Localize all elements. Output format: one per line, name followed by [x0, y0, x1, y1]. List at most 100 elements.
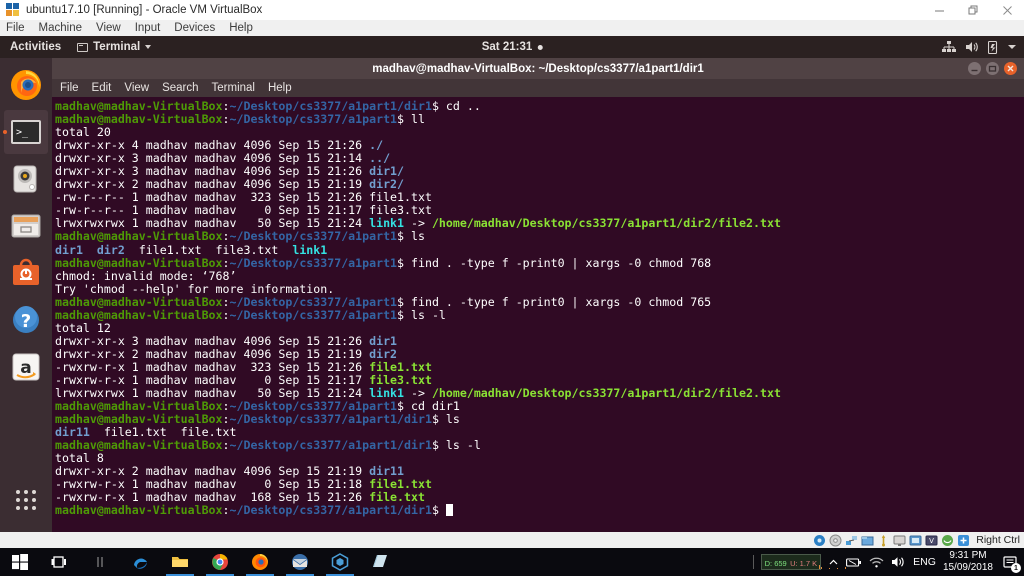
terminal-menu-edit[interactable]: Edit — [92, 82, 112, 94]
taskbar-clock[interactable]: 9:31 PM 15/09/2018 — [943, 550, 993, 574]
terminal-output-area[interactable]: madhav@madhav-VirtualBox:~/Desktop/cs337… — [52, 97, 1024, 532]
task-view-button[interactable] — [40, 548, 80, 576]
firefox-icon — [9, 68, 43, 102]
terminal-span: dir2 — [97, 243, 125, 257]
thunderbird-icon — [291, 553, 309, 571]
remote-desktop-icon: V — [925, 534, 938, 547]
terminal-span: drwxr-xr-x 3 madhav madhav 4096 Sep 15 2… — [55, 334, 369, 348]
terminal-menu-search[interactable]: Search — [162, 82, 198, 94]
close-icon[interactable] — [1004, 62, 1017, 75]
vbox-menu-machine[interactable]: Machine — [39, 22, 90, 34]
dock-item-amazon[interactable]: a — [4, 345, 48, 389]
terminal-menubar: File Edit View Search Terminal Help — [52, 79, 1024, 97]
vbox-menu-devices[interactable]: Devices — [174, 22, 223, 34]
gnome-clock[interactable]: Sat 21:31 — [482, 41, 543, 53]
amazon-icon: a — [9, 350, 43, 384]
wifi-icon[interactable] — [869, 557, 884, 568]
file-explorer-icon — [171, 553, 189, 571]
terminal-span: : — [223, 295, 230, 309]
taskbar-item-file-explorer[interactable] — [160, 548, 200, 576]
taskbar-item-firefox[interactable] — [240, 548, 280, 576]
activities-button[interactable]: Activities — [0, 41, 71, 53]
task-view-icon — [51, 553, 69, 571]
app-menu-terminal[interactable]: Terminal — [71, 41, 157, 53]
app-grid-icon — [16, 490, 36, 510]
terminal-span: $ ll — [397, 112, 425, 126]
svg-text:V: V — [929, 537, 934, 545]
vbox-menu-help[interactable]: Help — [229, 22, 261, 34]
terminal-line: madhav@madhav-VirtualBox:~/Desktop/cs337… — [55, 504, 1024, 517]
divider-icon — [91, 553, 109, 571]
notification-dot-icon — [537, 45, 542, 50]
ubuntu-dock: >_ — [0, 58, 52, 532]
taskbar-item-edge[interactable] — [120, 548, 160, 576]
tray-divider — [753, 555, 754, 569]
terminal-span: ~/Desktop/cs3377/a1part1/dir1 — [230, 438, 432, 452]
svg-text:?: ? — [21, 311, 31, 332]
terminal-span: link1 — [292, 243, 327, 257]
terminal-titlebar[interactable]: madhav@madhav-VirtualBox: ~/Desktop/cs33… — [52, 58, 1024, 79]
dock-item-firefox[interactable] — [4, 63, 48, 107]
terminal-span: file1.txt file.txt — [90, 425, 237, 439]
terminal-span: file1.txt — [369, 360, 432, 374]
restore-icon[interactable] — [956, 0, 990, 20]
show-applications-button[interactable] — [4, 480, 48, 520]
taskbar-item-notepad[interactable] — [360, 548, 400, 576]
dock-item-software[interactable] — [4, 251, 48, 295]
gnome-status-area[interactable] — [942, 41, 1024, 54]
minimize-icon[interactable] — [922, 0, 956, 20]
dock-item-files[interactable] — [4, 204, 48, 248]
terminal-menu-terminal[interactable]: Terminal — [212, 82, 255, 94]
taskbar-item-chrome[interactable] — [200, 548, 240, 576]
virtualbox-titlebar: ubuntu17.10 [Running] - Oracle VM Virtua… — [0, 0, 1024, 20]
gnome-clock-label: Sat 21:31 — [482, 41, 533, 53]
terminal-span: drwxr-xr-x 2 madhav madhav 4096 Sep 15 2… — [55, 347, 369, 361]
terminal-window: madhav@madhav-VirtualBox: ~/Desktop/cs33… — [52, 58, 1024, 532]
terminal-span: : — [223, 412, 230, 426]
terminal-span: dir1 — [55, 243, 83, 257]
terminal-span — [83, 243, 97, 257]
volume-icon[interactable] — [891, 556, 906, 568]
terminal-menu-file[interactable]: File — [60, 82, 79, 94]
start-button[interactable] — [0, 548, 40, 576]
terminal-menu-view[interactable]: View — [124, 82, 149, 94]
usb-icon — [877, 534, 890, 547]
virtualbox-window-controls — [922, 0, 1024, 20]
terminal-span: madhav@madhav-VirtualBox — [55, 256, 223, 270]
taskbar-item-thunderbird[interactable] — [280, 548, 320, 576]
network-meter[interactable]: D: 659 U: 1.7 K — [761, 554, 822, 571]
terminal-window-controls — [968, 62, 1024, 75]
terminal-span: ~/Desktop/cs3377/a1part1/dir1 — [230, 412, 432, 426]
dock-item-rhythmbox[interactable] — [4, 157, 48, 201]
windows-logo-icon — [11, 553, 29, 571]
terminal-span: : — [223, 308, 230, 322]
vbox-menu-file[interactable]: File — [6, 22, 33, 34]
terminal-span: madhav@madhav-VirtualBox — [55, 112, 223, 126]
notification-center-button[interactable]: 1 — [1000, 552, 1020, 572]
display-icon — [893, 534, 906, 547]
maximize-icon[interactable] — [986, 62, 999, 75]
terminal-menu-help[interactable]: Help — [268, 82, 292, 94]
chevron-up-icon[interactable] — [828, 557, 839, 568]
power-icon — [988, 41, 999, 54]
terminal-line: madhav@madhav-VirtualBox:~/Desktop/cs337… — [55, 439, 1024, 452]
dock-item-help[interactable]: ? — [4, 298, 48, 342]
dock-item-terminal[interactable]: >_ — [4, 110, 48, 154]
terminal-span: -rwxrw-r-x 1 madhav madhav 0 Sep 15 21:1… — [55, 477, 369, 491]
close-icon[interactable] — [990, 0, 1024, 20]
taskbar-item-virtualbox[interactable] — [320, 548, 360, 576]
terminal-title: madhav@madhav-VirtualBox: ~/Desktop/cs33… — [52, 63, 1024, 75]
battery-icon[interactable] — [846, 557, 862, 568]
terminal-span: link1 — [369, 216, 404, 230]
vbox-menu-input[interactable]: Input — [135, 22, 169, 34]
vbox-menu-view[interactable]: View — [96, 22, 129, 34]
terminal-span: drwxr-xr-x 3 madhav madhav 4096 Sep 15 2… — [55, 151, 369, 165]
shared-folder-icon — [861, 534, 874, 547]
taskbar-divider — [80, 548, 120, 576]
virtualbox-statusbar: V Right Ctrl — [0, 532, 1024, 548]
minimize-icon[interactable] — [968, 62, 981, 75]
virtualbox-logo-icon — [6, 3, 20, 17]
terminal-span: Try 'chmod --help' for more information. — [55, 282, 334, 296]
network-icon — [845, 534, 858, 547]
language-indicator[interactable]: ENG — [913, 556, 936, 568]
